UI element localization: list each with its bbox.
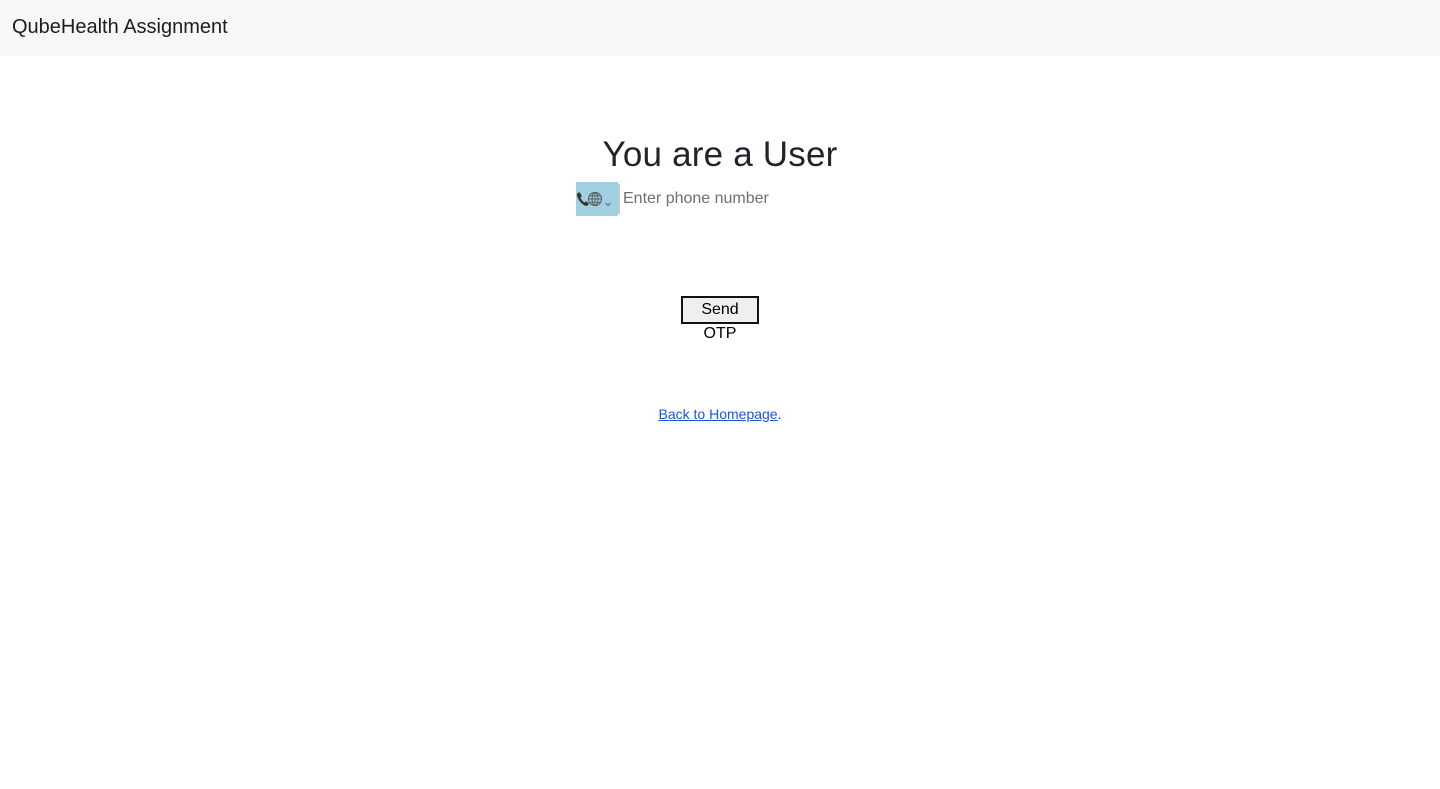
- navbar: QubeHealth Assignment: [0, 0, 1440, 56]
- back-to-homepage-line: Back to Homepage.: [0, 404, 1440, 424]
- send-otp-button[interactable]: Send OTP: [681, 296, 759, 342]
- phone-input-group: [576, 182, 823, 216]
- chevron-down-icon: [604, 195, 612, 207]
- phone-number-input[interactable]: [618, 182, 823, 216]
- country-select[interactable]: [576, 182, 620, 216]
- back-to-homepage-link[interactable]: Back to Homepage: [659, 406, 778, 422]
- globe-icon: [587, 191, 603, 207]
- back-link-suffix: .: [777, 406, 782, 422]
- main-content: You are a User Enter phone number Send O…: [0, 56, 1440, 789]
- page-title: You are a User: [602, 135, 838, 174]
- brand-link[interactable]: QubeHealth Assignment: [12, 15, 228, 39]
